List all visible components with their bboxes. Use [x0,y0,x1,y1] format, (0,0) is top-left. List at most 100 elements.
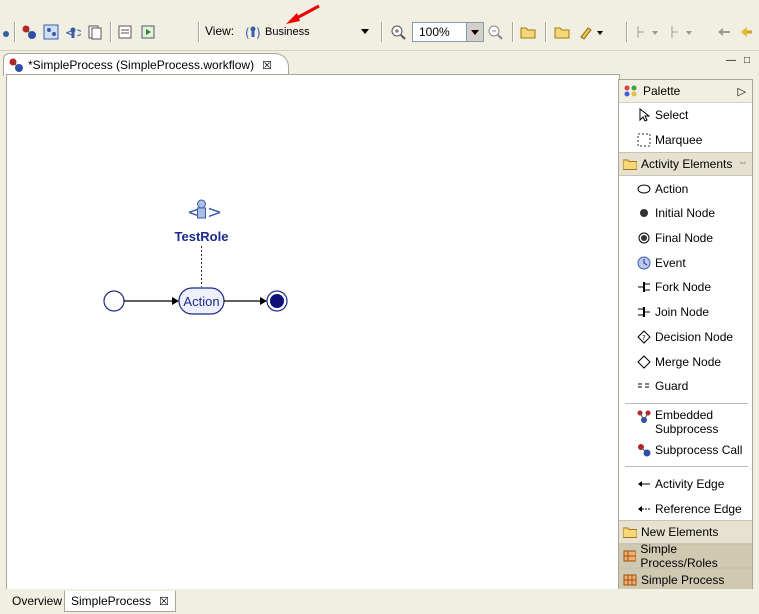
zoom-value: 100% [419,25,450,39]
document-icon[interactable] [86,22,104,42]
embedded-subprocess-icon [637,409,651,423]
palette-item-join-node[interactable]: Join Node [619,300,752,325]
view-selector-value: Business [265,26,310,38]
minimize-icon[interactable]: — [725,55,737,67]
editor-tab[interactable]: *SimpleProcess (SimpleProcess.workflow) … [3,53,289,76]
drawer-activity-elements[interactable]: Activity Elements ⇔ [619,152,752,177]
initial-node[interactable] [103,290,125,312]
palette-item-event[interactable]: Event [619,250,752,275]
palette-item-label-line1: Embedded [655,407,714,422]
action-oval-icon [637,182,651,196]
tool-dropdown-icon[interactable] [577,22,607,42]
subprocess-icon[interactable] [20,22,38,42]
palette-item-label: Merge Node [655,354,722,369]
palette-item-merge-node[interactable]: Merge Node [619,349,752,374]
palette-item-decision-node[interactable]: ? Decision Node [619,325,752,350]
zoom-in-icon[interactable] [389,22,407,42]
palette-separator [625,466,748,468]
palette-item-label-line2: Subprocess [655,421,719,436]
edge-arrowhead [260,297,267,305]
toolbar-separator [512,22,514,42]
palette-item-label: Action [655,181,689,196]
zoom-dropdown-button[interactable] [466,23,483,41]
diagram-canvas[interactable]: < > TestRole Action [6,74,620,590]
svg-text:?: ? [642,334,646,342]
toolbar-separator [198,22,200,42]
event-icon [637,256,651,270]
tab-simpleprocess[interactable]: SimpleProcess ☒ [64,591,176,612]
palette-item-label: Activity Edge [655,476,725,491]
forward-arrow-icon[interactable] [739,22,759,42]
pin-icon[interactable]: ⇔ [738,157,748,168]
back-arrow-icon[interactable] [715,22,733,42]
open-folder-icon[interactable] [518,22,538,42]
layout-icon[interactable] [42,22,60,42]
drawer-label: Simple Process [641,573,725,587]
palette-tool-select[interactable]: Select [619,103,752,128]
role-label[interactable]: TestRole [175,229,229,244]
palette-icon [624,85,637,97]
toolbar-separator [545,22,547,42]
palette-item-label: Subprocess Call [655,442,743,457]
role-node[interactable]: < > [187,199,222,223]
palette-item-subprocess-call[interactable]: Subprocess Call [619,438,752,463]
palette: Palette ▷ Select Marquee Activity Elemen… [618,79,753,590]
merge-node-icon [637,354,651,369]
close-icon[interactable]: ☒ [262,59,272,72]
drawer-simple-process-roles[interactable]: Simple Process/Roles [619,542,752,570]
palette-item-action[interactable]: Action [619,176,752,201]
palette-header[interactable]: Palette ▷ [619,80,752,103]
tab-overview[interactable]: Overview [6,591,68,611]
workflow-file-icon [9,58,23,72]
view-label: View: [205,24,235,38]
initial-node-icon [637,206,651,220]
palette-item-final-node[interactable]: Final Node [619,226,752,251]
editor-tab-bar: *SimpleProcess (SimpleProcess.workflow) … [0,50,759,76]
run-icon[interactable] [139,22,157,42]
diagram-svg: < > TestRole Action [103,199,288,315]
svg-text:(: ( [245,26,250,40]
svg-text:): ) [256,26,261,40]
properties-icon[interactable] [116,22,134,42]
tab-label: SimpleProcess [71,594,152,608]
palette-item-initial-node[interactable]: Initial Node [619,201,752,226]
palette-item-label: Final Node [655,231,714,246]
palette-item-reference-edge[interactable]: Reference Edge [619,496,752,516]
palette-item-guard[interactable]: Guard [619,374,752,399]
zoom-out-icon[interactable] [486,22,504,42]
grid-icon [623,574,637,586]
palette-tool-label: Select [655,108,689,123]
svg-text:>: > [76,26,81,40]
palette-item-fork-node[interactable]: Fork Node [619,275,752,300]
business-view-icon: () [245,26,261,40]
palette-item-label: Decision Node [655,329,734,344]
guard-icon [637,379,651,393]
drawer-label: Simple Process/Roles [640,542,718,570]
palette-item-activity-edge[interactable]: Activity Edge [619,471,752,496]
palette-tool-label: Marquee [655,133,703,148]
previous-annotation-icon[interactable] [668,22,696,42]
maximize-icon[interactable]: □ [741,55,753,67]
palette-item-embedded-subprocess[interactable]: Embedded Subprocess [619,408,752,438]
folder-icon [623,159,637,171]
drawer-new-elements[interactable]: New Elements [619,520,752,544]
fork-node-icon [637,280,651,294]
close-icon[interactable]: ☒ [159,595,169,608]
red-annotation-arrow-icon [286,4,320,24]
role-icon[interactable]: <> [64,22,82,42]
join-node-icon [637,305,651,319]
decision-node-icon: ? [637,330,651,344]
folder-icon[interactable] [552,22,572,42]
toolbar-separator [110,22,112,42]
drawer-simple-process[interactable]: Simple Process [619,568,752,589]
overflow-icon[interactable] [2,22,10,42]
reference-edge-icon [637,502,651,516]
zoom-combo[interactable]: 100% [412,22,484,42]
palette-title: Palette [643,84,681,98]
palette-item-label: Event [655,255,686,270]
palette-tool-marquee[interactable]: Marquee [619,128,752,153]
collapse-palette-icon[interactable]: ▷ [738,85,746,98]
view-selector[interactable]: () Business [245,22,375,42]
role-body [197,207,206,219]
next-annotation-icon[interactable] [634,22,662,42]
